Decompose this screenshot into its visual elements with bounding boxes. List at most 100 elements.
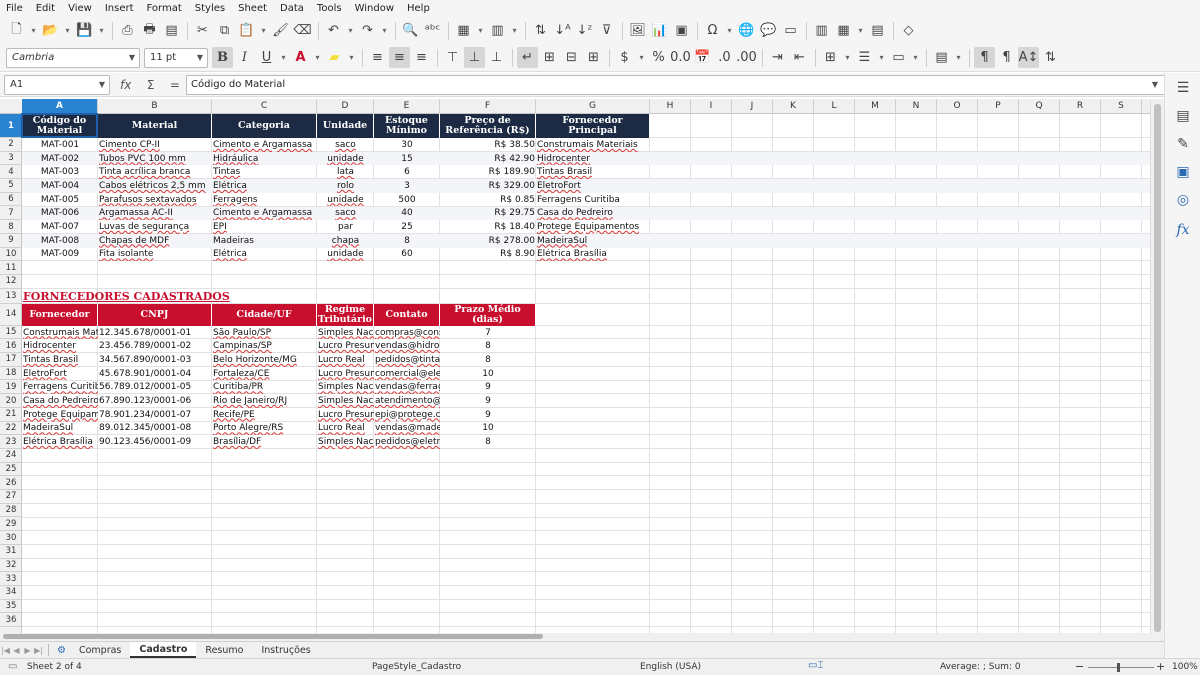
- material-cell[interactable]: Luvas de segurança: [98, 220, 212, 234]
- material-cell[interactable]: Parafusos sextavados: [98, 193, 212, 207]
- supplier-cell[interactable]: Belo Horizonte/MG: [212, 353, 317, 367]
- supplier-cell[interactable]: 90.123.456/0001-09: [98, 435, 212, 449]
- gallery-icon[interactable]: ▣: [1174, 163, 1192, 181]
- material-cell[interactable]: Tinta acrílica branca: [98, 165, 212, 179]
- material-cell[interactable]: Hidráulica: [212, 152, 317, 166]
- prev-sheet-icon[interactable]: ◀: [11, 646, 22, 655]
- supplier-cell[interactable]: Campinas/SP: [212, 339, 317, 353]
- supplier-cell[interactable]: Lucro Presumido: [317, 339, 374, 353]
- material-cell[interactable]: 25: [374, 220, 440, 234]
- material-cell[interactable]: Construmais Materiais: [536, 138, 650, 152]
- chevron-down-icon[interactable]: ▾: [855, 20, 866, 41]
- vertical-scrollbar[interactable]: [1150, 99, 1164, 633]
- supplier-cell[interactable]: Porto Alegre/RS: [212, 422, 317, 436]
- show-draw-functions-icon[interactable]: ◇: [898, 20, 919, 41]
- row-header-3[interactable]: 3: [0, 152, 22, 166]
- menu-view[interactable]: View: [68, 3, 92, 14]
- define-print-area-icon[interactable]: ▥: [811, 20, 832, 41]
- supplier-cell[interactable]: Simples Nacional: [317, 381, 374, 395]
- material-cell[interactable]: EPI: [212, 220, 317, 234]
- special-character-icon[interactable]: Ω: [702, 20, 723, 41]
- chevron-down-icon[interactable]: ▾: [62, 20, 73, 41]
- suppliers-header-cell[interactable]: Cidade/UF: [212, 303, 317, 326]
- row-header-11[interactable]: 11: [0, 261, 22, 275]
- material-cell[interactable]: lata: [317, 165, 374, 179]
- material-cell[interactable]: Fita isolante: [98, 248, 212, 262]
- name-box[interactable]: A1 ▼: [4, 74, 110, 95]
- new-icon[interactable]: 🗋: [6, 20, 27, 41]
- menu-help[interactable]: Help: [407, 3, 430, 14]
- chevron-down-icon[interactable]: ▼: [95, 80, 109, 89]
- column-header-c[interactable]: C: [212, 99, 317, 114]
- column-header-d[interactable]: D: [317, 99, 374, 114]
- horizontal-scrollbar[interactable]: [0, 633, 1164, 641]
- material-cell[interactable]: MAT-002: [22, 152, 98, 166]
- column-header-o[interactable]: O: [937, 99, 978, 114]
- horizontal-scroll-thumb[interactable]: [3, 634, 543, 639]
- supplier-cell[interactable]: Hidrocenter: [22, 339, 98, 353]
- row-header-20[interactable]: 20: [0, 394, 22, 408]
- material-cell[interactable]: unidade: [317, 193, 374, 207]
- row-header-22[interactable]: 22: [0, 422, 22, 436]
- row-header-31[interactable]: 31: [0, 545, 22, 559]
- material-cell[interactable]: Hidrocenter: [536, 152, 650, 166]
- currency-icon[interactable]: $: [614, 47, 635, 68]
- supplier-cell[interactable]: vendas@madeirasul: [374, 422, 440, 436]
- material-cell[interactable]: Ferragens: [212, 193, 317, 207]
- supplier-cell[interactable]: 9: [440, 394, 536, 408]
- align-left-icon[interactable]: ≡: [367, 47, 388, 68]
- supplier-cell[interactable]: Ferragens Curitiba: [22, 381, 98, 395]
- export-pdf-icon[interactable]: ⎙: [117, 20, 138, 41]
- delete-decimal-icon[interactable]: .00: [736, 47, 757, 68]
- border-style-icon[interactable]: ☰: [854, 47, 875, 68]
- menu-data[interactable]: Data: [280, 3, 304, 14]
- material-cell[interactable]: 60: [374, 248, 440, 262]
- material-cell[interactable]: Cimento CP-II: [98, 138, 212, 152]
- row-header-5[interactable]: 5: [0, 179, 22, 193]
- column-header-r[interactable]: R: [1060, 99, 1101, 114]
- supplier-cell[interactable]: epi@protege.com: [374, 408, 440, 422]
- supplier-cell[interactable]: 23.456.789/0001-02: [98, 339, 212, 353]
- merge-center-icon[interactable]: ⊞: [539, 47, 560, 68]
- supplier-cell[interactable]: Simples Nacional: [317, 394, 374, 408]
- chevron-down-icon[interactable]: ▼: [193, 53, 207, 62]
- column-header-b[interactable]: B: [98, 99, 212, 114]
- split-window-icon[interactable]: ▤: [867, 20, 888, 41]
- freeze-icon[interactable]: ▦: [833, 20, 854, 41]
- paste-icon[interactable]: 📋: [236, 20, 257, 41]
- sort-icon[interactable]: ⇅: [530, 20, 551, 41]
- supplier-cell[interactable]: Lucro Presumido: [317, 408, 374, 422]
- materials-header-cell[interactable]: Preço de Referência (R$): [440, 114, 536, 138]
- supplier-cell[interactable]: Lucro Presumido: [317, 367, 374, 381]
- clear-format-icon[interactable]: ⌫: [292, 20, 313, 41]
- material-cell[interactable]: MAT-003: [22, 165, 98, 179]
- material-cell[interactable]: Tintas: [212, 165, 317, 179]
- row-header-27[interactable]: 27: [0, 490, 22, 504]
- material-cell[interactable]: MAT-006: [22, 207, 98, 221]
- supplier-cell[interactable]: Elétrica Brasília: [22, 435, 98, 449]
- supplier-cell[interactable]: MadeiraSul: [22, 422, 98, 436]
- chevron-down-icon[interactable]: ▾: [379, 20, 390, 41]
- align-top-icon[interactable]: ⊤: [442, 47, 463, 68]
- row-header-36[interactable]: 36: [0, 613, 22, 628]
- row-header-10[interactable]: 10: [0, 248, 22, 262]
- supplier-cell[interactable]: Construmais Materiais: [22, 326, 98, 340]
- chevron-down-icon[interactable]: ▾: [312, 47, 323, 68]
- print-preview-icon[interactable]: ▤: [161, 20, 182, 41]
- menu-window[interactable]: Window: [355, 3, 394, 14]
- supplier-cell[interactable]: pedidos@eletrica: [374, 435, 440, 449]
- column-header-j[interactable]: J: [732, 99, 773, 114]
- menu-styles[interactable]: Styles: [195, 3, 225, 14]
- spellcheck-icon[interactable]: ᵃᵇᶜ: [422, 20, 443, 41]
- row-header-6[interactable]: 6: [0, 193, 22, 207]
- function-wizard-icon[interactable]: fx: [120, 78, 131, 92]
- row-header-35[interactable]: 35: [0, 600, 22, 614]
- material-cell[interactable]: MAT-008: [22, 234, 98, 248]
- supplier-cell[interactable]: 89.012.345/0001-08: [98, 422, 212, 436]
- column-header-n[interactable]: N: [896, 99, 937, 114]
- formula-equals-icon[interactable]: =: [170, 78, 180, 92]
- bold-icon[interactable]: B: [212, 47, 233, 68]
- selection-mode-icon[interactable]: ▭⌶: [808, 660, 823, 671]
- first-sheet-icon[interactable]: |◀: [0, 646, 11, 655]
- undo-icon[interactable]: ↶: [323, 20, 344, 41]
